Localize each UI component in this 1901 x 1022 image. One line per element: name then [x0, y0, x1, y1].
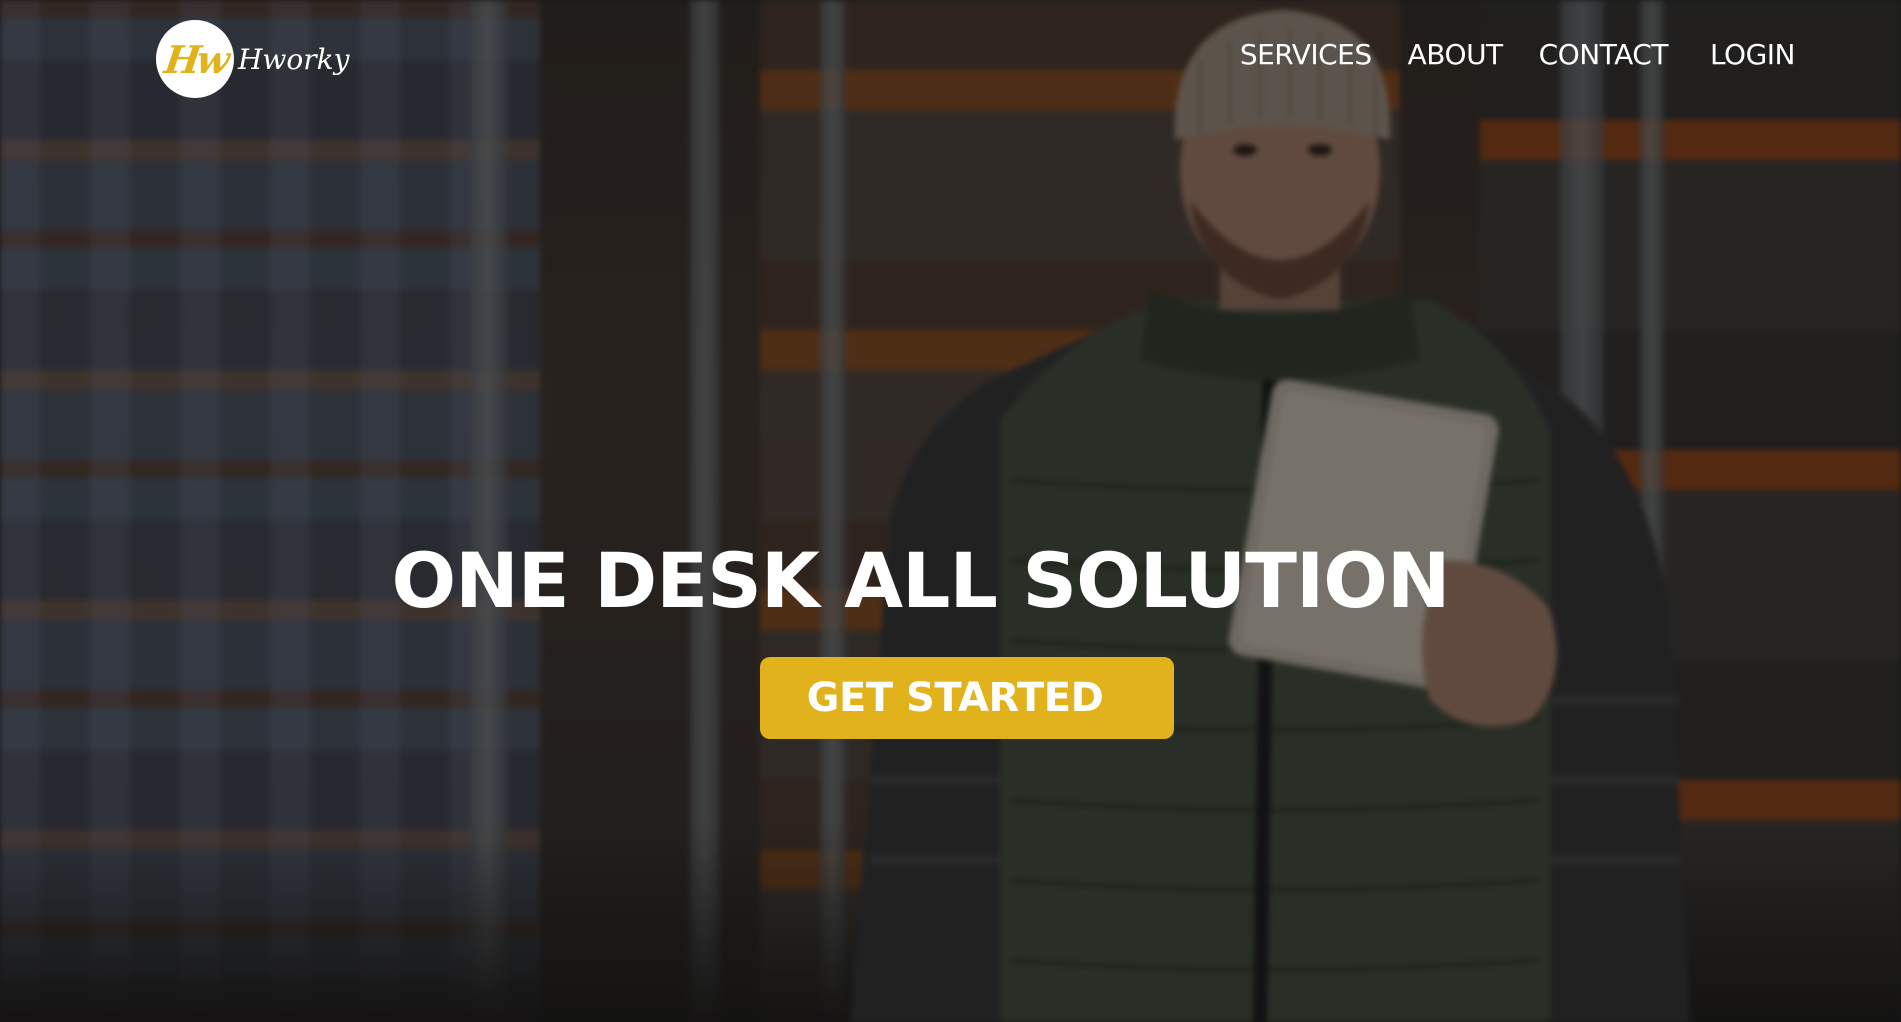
- brand-logo[interactable]: Hw Hworky: [156, 20, 349, 98]
- background-overlay: [0, 0, 1901, 1022]
- hero-title: ONE DESK ALL SOLUTION: [391, 536, 1451, 625]
- main-nav: SERVICES ABOUT CONTACT LOGIN: [1204, 38, 1796, 71]
- nav-item-login[interactable]: LOGIN: [1710, 38, 1796, 71]
- nav-item-about[interactable]: ABOUT: [1408, 38, 1504, 71]
- hero-section: Hw Hworky SERVICES ABOUT CONTACT LOGIN O…: [0, 0, 1901, 1022]
- logo-mark: Hw: [161, 36, 229, 82]
- nav-item-contact[interactable]: CONTACT: [1539, 38, 1669, 71]
- logo-wordmark: Hworky: [238, 42, 350, 76]
- get-started-button[interactable]: GET STARTED: [760, 657, 1174, 739]
- logo-badge: Hw: [156, 20, 234, 98]
- site-header: Hw Hworky SERVICES ABOUT CONTACT LOGIN: [0, 0, 1901, 120]
- nav-item-services[interactable]: SERVICES: [1240, 38, 1372, 71]
